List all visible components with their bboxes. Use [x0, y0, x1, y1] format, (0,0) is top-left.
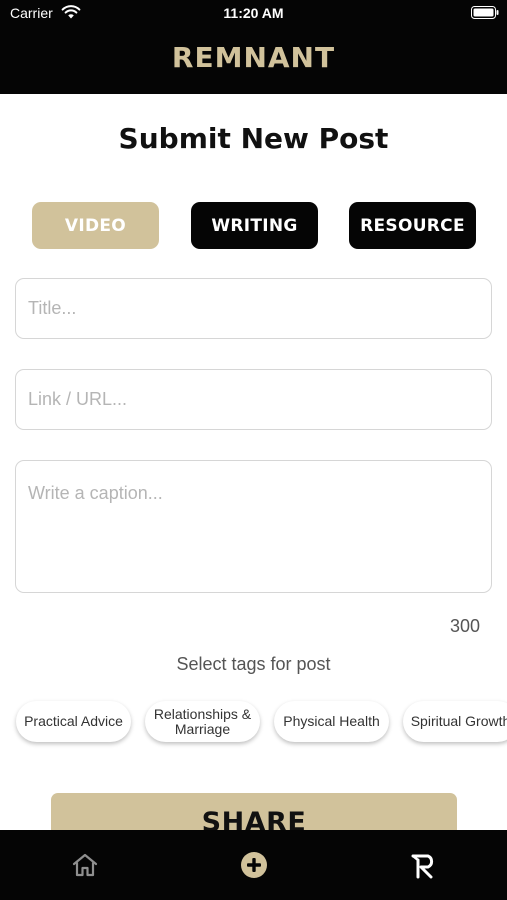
tab-resource[interactable]: RESOURCE: [349, 202, 476, 249]
tag-practical-advice[interactable]: Practical Advice: [16, 701, 131, 742]
tags-prompt: Select tags for post: [176, 654, 331, 674]
title-input[interactable]: [15, 278, 492, 339]
app-screen: Carrier 11:20 AM REMNANT Submit New Post…: [0, 0, 507, 900]
tag-label: Relationships & Marriage: [153, 705, 252, 737]
page-title: Submit New Post: [118, 122, 389, 155]
tag-spiritual-growth[interactable]: Spiritual Growth: [403, 701, 507, 742]
remnant-logo-icon[interactable]: [409, 851, 437, 879]
add-circle-icon[interactable]: [240, 851, 268, 879]
tag-label: Physical Health: [283, 713, 380, 729]
caption-char-count: 300: [449, 616, 480, 636]
bottom-tab-bar: [0, 830, 507, 900]
home-icon[interactable]: [71, 852, 99, 878]
caption-textarea[interactable]: [15, 460, 492, 593]
tag-label: Spiritual Growth: [410, 713, 507, 729]
tag-label: Practical Advice: [24, 713, 123, 729]
tag-relationships-marriage[interactable]: Relationships & Marriage: [145, 701, 260, 742]
status-bar: Carrier 11:20 AM: [0, 0, 507, 28]
app-brand-title: REMNANT: [171, 41, 336, 74]
tab-video[interactable]: VIDEO: [32, 202, 159, 249]
tag-physical-health[interactable]: Physical Health: [274, 701, 389, 742]
header-bar: Carrier 11:20 AM REMNANT: [0, 0, 507, 94]
battery-icon: [471, 6, 499, 19]
url-input[interactable]: [15, 369, 492, 430]
status-time: 11:20 AM: [223, 5, 284, 21]
tab-writing[interactable]: WRITING: [191, 202, 318, 249]
